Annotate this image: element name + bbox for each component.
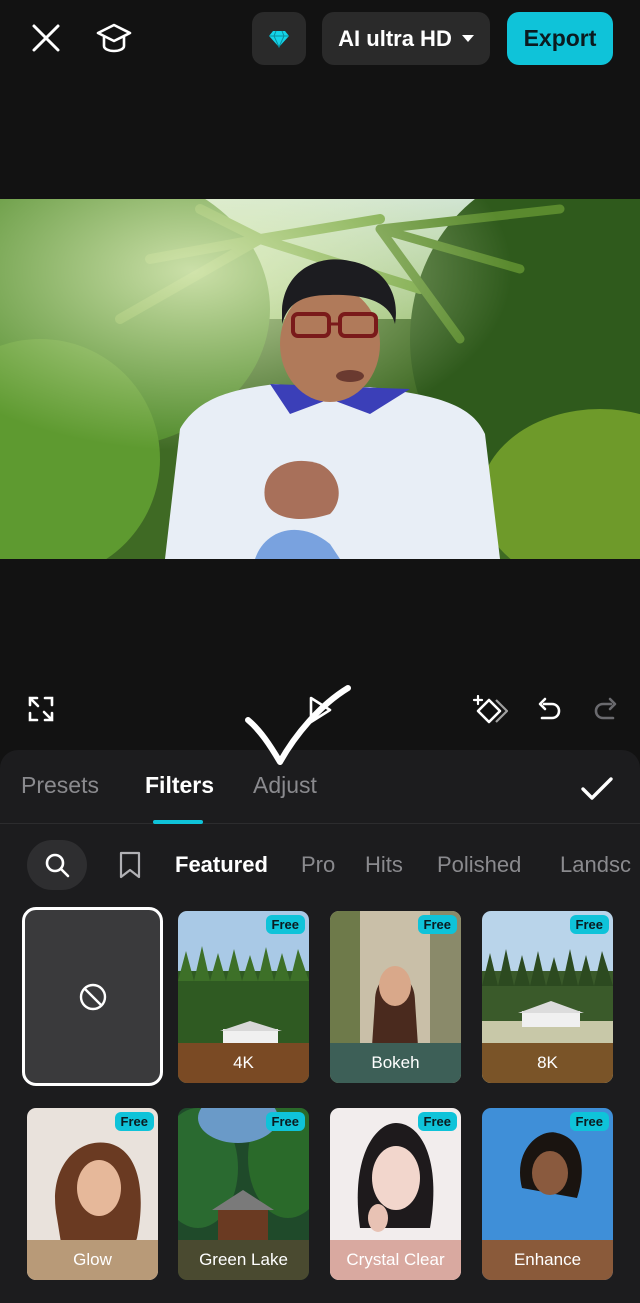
fullscreen-icon — [28, 696, 54, 722]
category-landscape[interactable]: Landsc — [560, 852, 631, 878]
filter-label: Bokeh — [330, 1043, 461, 1083]
search-button[interactable] — [27, 840, 87, 890]
tab-adjust[interactable]: Adjust — [253, 772, 317, 799]
preview-image — [0, 199, 640, 559]
free-badge: Free — [265, 1112, 305, 1131]
category-pro[interactable]: Pro — [301, 852, 335, 878]
close-icon — [32, 24, 60, 52]
search-icon — [45, 853, 70, 878]
export-button[interactable]: Export — [507, 12, 613, 65]
panel-tabs: Presets Filters Adjust — [0, 750, 640, 824]
tutorial-button[interactable] — [90, 14, 138, 62]
no-filter-icon — [79, 983, 106, 1010]
check-icon — [581, 777, 613, 800]
filter-label: 4K — [178, 1043, 309, 1083]
free-badge: Free — [265, 915, 305, 934]
free-badge: Free — [569, 915, 609, 934]
free-badge: Free — [417, 1112, 457, 1131]
filter-categories: Featured Pro Hits Polished Landsc — [0, 838, 640, 894]
free-badge: Free — [417, 915, 457, 934]
filter-label: Enhance — [482, 1240, 613, 1280]
category-hits[interactable]: Hits — [365, 852, 403, 878]
fullscreen-button[interactable] — [22, 690, 60, 728]
filter-tile-crystal-clear[interactable]: Free Crystal Clear — [330, 1108, 461, 1280]
filter-tile-enhance[interactable]: Free Enhance — [482, 1108, 613, 1280]
keyframe-icon — [472, 695, 508, 724]
graduation-cap-icon — [96, 23, 132, 53]
filter-tile-green-lake[interactable]: Free Green Lake — [178, 1108, 309, 1280]
play-icon — [309, 696, 332, 724]
video-preview[interactable] — [0, 199, 640, 559]
no-filter-tile[interactable] — [22, 907, 163, 1086]
filters-panel: Presets Filters Adjust Featured Pro Hits… — [0, 750, 640, 1303]
filter-label: Glow — [27, 1240, 158, 1280]
filter-label: Crystal Clear — [330, 1240, 461, 1280]
filter-tile-4k[interactable]: Free 4K — [178, 911, 309, 1083]
undo-button[interactable] — [528, 690, 568, 730]
pro-button[interactable] — [252, 12, 306, 65]
caret-down-icon — [461, 34, 474, 42]
filter-label: Green Lake — [178, 1240, 309, 1280]
close-button[interactable] — [24, 16, 68, 60]
keyframe-button[interactable] — [470, 690, 510, 730]
free-badge: Free — [114, 1112, 154, 1131]
filter-tile-8k[interactable]: Free 8K — [482, 911, 613, 1083]
bookmark-button[interactable] — [112, 844, 148, 886]
quality-label: AI ultra HD — [338, 25, 452, 51]
top-bar: AI ultra HD Export — [0, 0, 640, 78]
filter-tile-bokeh[interactable]: Free Bokeh — [330, 911, 461, 1083]
redo-button[interactable] — [587, 690, 627, 730]
filter-label: 8K — [482, 1043, 613, 1083]
diamond-icon — [269, 30, 289, 48]
tab-presets[interactable]: Presets — [21, 772, 99, 799]
free-badge: Free — [569, 1112, 609, 1131]
play-button[interactable] — [300, 690, 340, 730]
confirm-button[interactable] — [574, 766, 620, 812]
tab-filters[interactable]: Filters — [145, 772, 214, 799]
filter-tile-glow[interactable]: Free Glow — [27, 1108, 158, 1280]
category-polished[interactable]: Polished — [437, 852, 521, 878]
bookmark-icon — [119, 851, 141, 879]
active-tab-indicator — [153, 820, 203, 824]
quality-dropdown[interactable]: AI ultra HD — [322, 12, 490, 65]
category-featured[interactable]: Featured — [175, 852, 268, 878]
undo-icon — [538, 697, 561, 720]
redo-icon — [594, 697, 617, 720]
